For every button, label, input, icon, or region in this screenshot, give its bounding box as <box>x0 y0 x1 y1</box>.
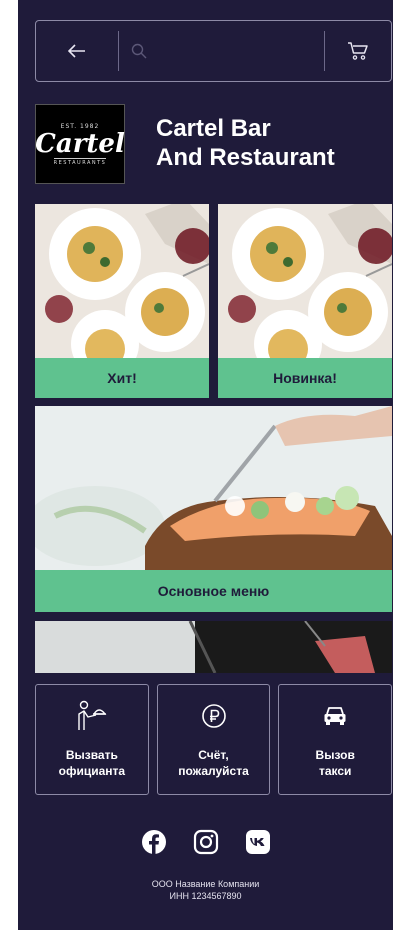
menu-card-main[interactable]: Основное меню <box>35 406 392 612</box>
food-photo <box>35 406 392 570</box>
social-links <box>18 828 393 856</box>
call-waiter-button[interactable]: Вызвать официанта <box>35 684 149 795</box>
cart-icon <box>348 42 368 60</box>
app-content: EST. 1982 Cartel RESTAURANTS Cartel Bar … <box>18 0 393 930</box>
footer-info: ООО Название Компании ИНН 1234567890 <box>18 878 393 902</box>
facebook-icon <box>141 830 166 854</box>
company-inn: ИНН 1234567890 <box>169 891 242 901</box>
instagram-link[interactable] <box>192 828 220 856</box>
top-bar <box>35 20 392 82</box>
back-button[interactable] <box>36 21 118 81</box>
waiter-icon <box>78 700 107 730</box>
restaurant-name: Cartel Bar And Restaurant <box>156 114 386 172</box>
restaurant-name-line2: And Restaurant <box>156 144 335 171</box>
company-name: ООО Название Компании <box>151 879 260 889</box>
menu-card-label: Хит! <box>35 358 209 398</box>
food-photo <box>218 204 392 378</box>
vk-link[interactable] <box>244 828 272 856</box>
request-bill-button[interactable]: Счёт, пожалуйста <box>156 684 271 795</box>
logo-main-text: Cartel <box>35 128 125 159</box>
vk-icon <box>245 830 270 854</box>
ruble-icon <box>201 704 226 728</box>
logo-bottom-text: RESTAURANTS <box>53 157 107 166</box>
cart-button[interactable] <box>325 21 391 81</box>
search-input[interactable] <box>119 21 324 81</box>
drinks-photo <box>35 621 392 673</box>
action-label: Вызвать официанта <box>58 748 126 778</box>
arrow-left-icon <box>68 44 85 58</box>
menu-card-drinks[interactable] <box>35 621 392 673</box>
action-buttons: Вызвать официанта Счёт, пожалуйста Вызов… <box>35 684 393 795</box>
action-label: Вызов такси <box>315 748 355 778</box>
restaurant-logo: EST. 1982 Cartel RESTAURANTS <box>35 104 125 184</box>
restaurant-name-line1: Cartel Bar <box>156 115 271 142</box>
app-screen: EST. 1982 Cartel RESTAURANTS Cartel Bar … <box>18 0 393 930</box>
search-icon <box>131 43 147 59</box>
food-photo <box>35 204 209 378</box>
menu-card-hit[interactable]: Хит! <box>35 204 209 398</box>
call-taxi-button[interactable]: Вызов такси <box>278 684 393 795</box>
instagram-icon <box>193 829 218 855</box>
action-label: Счёт, пожалуйста <box>178 748 249 778</box>
facebook-link[interactable] <box>140 828 168 856</box>
menu-card-label: Новинка! <box>218 358 392 398</box>
menu-card-new[interactable]: Новинка! <box>218 204 392 398</box>
menu-card-label: Основное меню <box>35 570 392 612</box>
car-icon <box>324 707 346 725</box>
